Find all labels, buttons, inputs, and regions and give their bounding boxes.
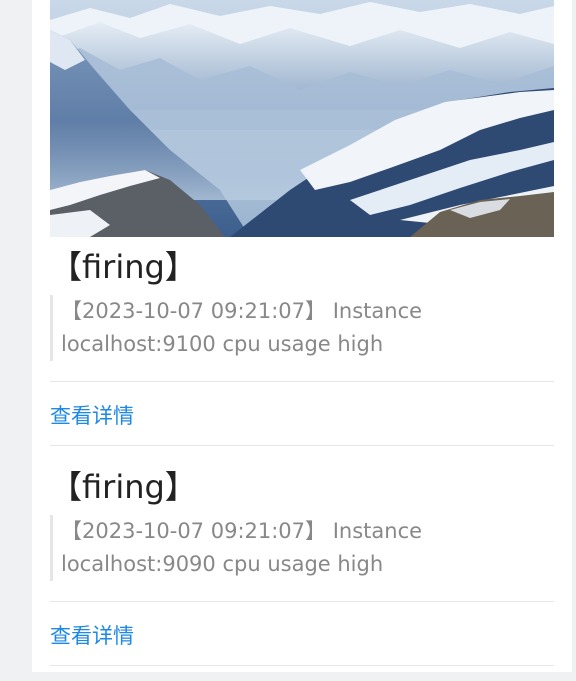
alert-title: 【firing】 [50,248,197,286]
alert-card: 【firing】 【2023-10-07 09:21:07】 Instance … [32,0,572,672]
divider [50,445,554,446]
alert-message-quote: 【2023-10-07 09:21:07】 Instance localhost… [50,515,557,581]
divider [50,601,554,602]
alert-item: 【firing】 【2023-10-07 09:21:07】 Instance … [50,467,554,667]
view-details-link[interactable]: 查看详情 [50,402,134,430]
divider [50,381,554,382]
view-details-link[interactable]: 查看详情 [50,622,134,650]
alert-title: 【firing】 [50,468,197,506]
alert-message-quote: 【2023-10-07 09:21:07】 Instance localhost… [50,295,557,361]
alert-message: 【2023-10-07 09:21:07】 Instance localhost… [61,519,423,576]
hero-image [50,0,554,237]
divider [50,665,554,666]
alert-item: 【firing】 【2023-10-07 09:21:07】 Instance … [50,247,554,447]
alert-message: 【2023-10-07 09:21:07】 Instance localhost… [61,299,423,356]
mountain-landscape-image [50,0,554,237]
